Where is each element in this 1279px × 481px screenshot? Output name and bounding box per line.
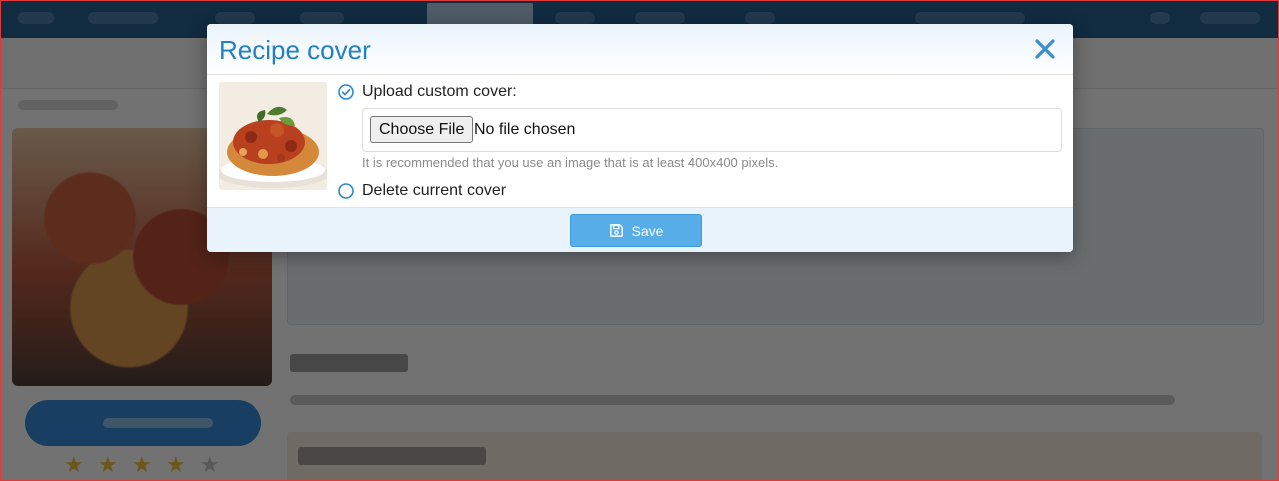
- delete-current-cover-label: Delete current cover: [362, 182, 507, 199]
- choose-file-button[interactable]: Choose File: [370, 116, 474, 143]
- recipe-cover-modal: Recipe cover Upload custom cover: Choose…: [207, 24, 1073, 252]
- delete-current-cover-option[interactable]: Delete current cover: [338, 181, 506, 201]
- modal-title: Recipe cover: [219, 35, 371, 65]
- modal-footer: Save: [207, 207, 1073, 252]
- check-circle-icon: [338, 84, 354, 100]
- file-status-text: No file chosen: [474, 121, 576, 138]
- close-button[interactable]: [1031, 35, 1059, 63]
- upload-custom-cover-option[interactable]: Upload custom cover:: [338, 82, 517, 102]
- cover-thumbnail: [219, 82, 327, 190]
- size-hint: It is recommended that you use an image …: [362, 155, 779, 170]
- modal-body: Upload custom cover: Choose File No file…: [207, 75, 1073, 207]
- upload-custom-cover-label: Upload custom cover:: [362, 83, 517, 100]
- save-button-label: Save: [631, 222, 664, 239]
- close-icon: [1035, 39, 1055, 59]
- radio-empty-icon: [338, 183, 354, 199]
- modal-header: Recipe cover: [207, 24, 1073, 75]
- pasta-dish-image: [219, 82, 327, 190]
- floppy-disk-icon: [609, 224, 623, 237]
- save-button[interactable]: Save: [570, 214, 702, 247]
- file-input: Choose File No file chosen: [362, 108, 1062, 152]
